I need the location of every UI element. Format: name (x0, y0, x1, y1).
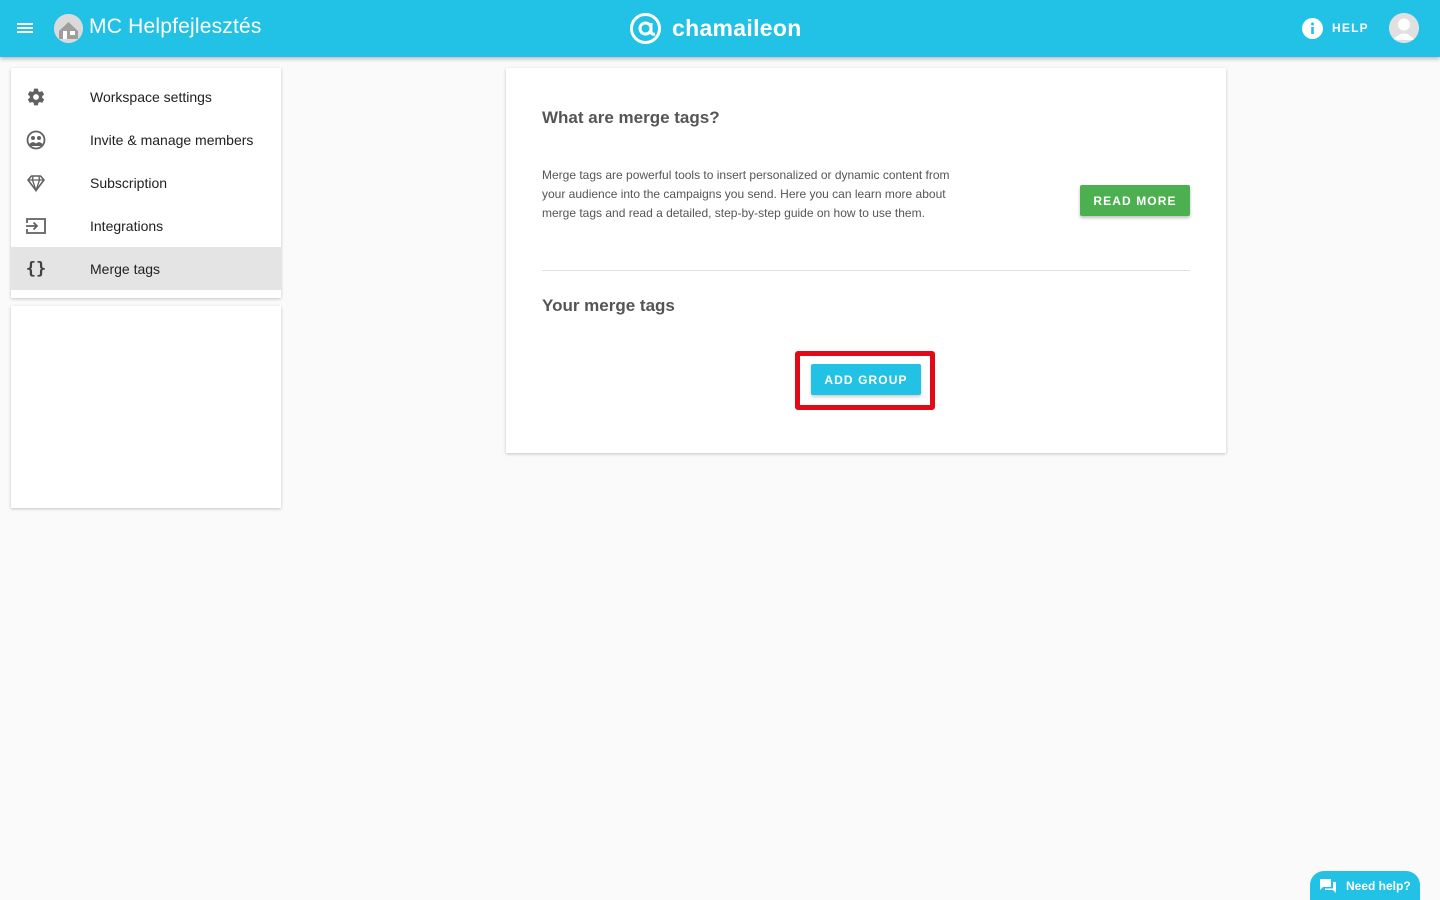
workspace-logo (54, 14, 83, 43)
user-avatar[interactable] (1389, 13, 1419, 43)
read-more-button[interactable]: READ MORE (1080, 185, 1190, 216)
brand-logo: chamaileon (629, 11, 802, 45)
sidebar-item-label: Subscription (90, 174, 168, 191)
at-sign-icon (630, 12, 661, 44)
members-icon (25, 129, 47, 151)
settings-sidebar: Workspace settings Invite & manage membe… (11, 68, 281, 298)
need-help-button[interactable]: Need help? (1310, 871, 1420, 900)
need-help-label: Need help? (1346, 878, 1411, 893)
top-app-bar: MC Helpfejlesztés chamaileon HELP (0, 0, 1440, 57)
diamond-icon (25, 172, 47, 194)
section-title-your-merge-tags: Your merge tags (542, 296, 675, 315)
divider (542, 270, 1190, 271)
help-button[interactable]: HELP (1302, 17, 1369, 39)
chat-bubble-icon (1320, 878, 1336, 893)
hamburger-menu-icon[interactable] (14, 17, 36, 39)
sidebar-item-label: Merge tags (90, 260, 161, 277)
add-group-button[interactable]: ADD GROUP (811, 364, 921, 395)
sidebar-item-label: Integrations (90, 217, 164, 234)
braces-icon: {} (25, 259, 47, 279)
section-title-what: What are merge tags? (542, 108, 720, 127)
sidebar-item-integrations[interactable]: Integrations (11, 204, 281, 247)
sidebar-item-subscription[interactable]: Subscription (11, 161, 281, 204)
gear-icon (25, 86, 47, 108)
merge-tags-card: What are merge tags? Merge tags are powe… (506, 68, 1226, 453)
sidebar-item-label: Workspace settings (90, 88, 212, 105)
brand-name: chamaileon (672, 14, 802, 41)
sidebar-empty-panel (11, 306, 281, 508)
sidebar-item-workspace-settings[interactable]: Workspace settings (11, 75, 281, 118)
help-label: HELP (1332, 21, 1369, 35)
sidebar-item-label: Invite & manage members (90, 131, 254, 148)
merge-tags-description: Merge tags are powerful tools to insert … (542, 168, 950, 220)
sidebar-item-merge-tags[interactable]: {} Merge tags (11, 247, 281, 290)
info-icon (1302, 17, 1323, 39)
integrations-icon (25, 215, 47, 237)
workspace-title: MC Helpfejlesztés (89, 15, 262, 38)
sidebar-item-invite-members[interactable]: Invite & manage members (11, 118, 281, 161)
